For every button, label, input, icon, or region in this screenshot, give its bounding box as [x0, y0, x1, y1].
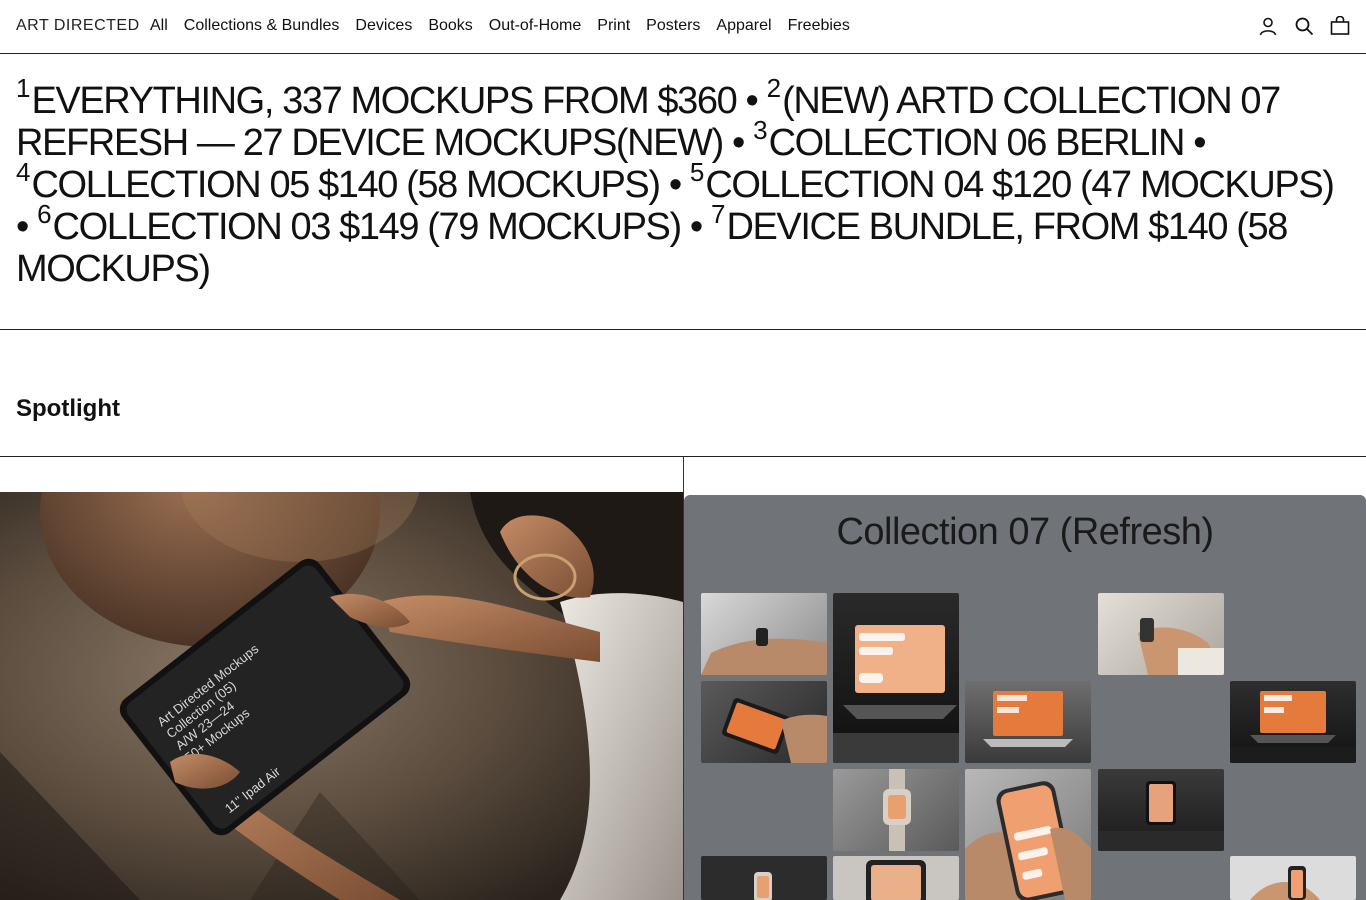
ticker-separator: • — [1193, 122, 1206, 164]
account-icon[interactable] — [1258, 16, 1278, 36]
ticker-label: EVERYTHING, 337 MOCKUPS FROM $360 — [31, 80, 737, 122]
main-nav: All Collections & Bundles Devices Books … — [150, 17, 850, 35]
mockup-thumb-phone-dark — [701, 856, 827, 900]
nav-freebies[interactable]: Freebies — [788, 17, 850, 35]
ticker-separator: • — [732, 122, 745, 164]
ticker-item-collection-04[interactable]: 5COLLECTION 04 $120 (47 MOCKUPS) — [690, 159, 1335, 206]
ticker-item-everything[interactable]: 1EVERYTHING, 337 MOCKUPS FROM $360 — [16, 75, 738, 122]
ticker-label: COLLECTION 04 $120 (47 MOCKUPS) — [705, 164, 1335, 206]
ticker-item-collection-06[interactable]: 3COLLECTION 06 BERLIN — [753, 117, 1186, 164]
ticker-num: 2 — [766, 73, 782, 104]
header-actions — [1258, 16, 1350, 36]
nav-collections-bundles[interactable]: Collections & Bundles — [184, 17, 340, 35]
cart-icon[interactable] — [1330, 16, 1350, 36]
ticker-num: 1 — [16, 73, 31, 104]
ticker-item-collection-03[interactable]: 6COLLECTION 03 $149 (79 MOCKUPS) — [37, 201, 683, 248]
site-logo[interactable]: ART DIRECTED — [16, 17, 140, 35]
ticker-separator: • — [668, 164, 682, 206]
nav-apparel[interactable]: Apparel — [716, 17, 771, 35]
spotlight-section: Spotlight — [0, 330, 1366, 457]
mockup-thumb-phone-light — [1230, 856, 1356, 900]
ticker-num: 3 — [753, 115, 768, 146]
ticker-item-collection-05[interactable]: 4COLLECTION 05 $140 (58 MOCKUPS) — [16, 159, 661, 206]
ticker-num: 6 — [37, 199, 52, 230]
ticker-text: 1EVERYTHING, 337 MOCKUPS FROM $360 • 2(N… — [16, 75, 1350, 290]
ticker-num: 7 — [710, 199, 726, 230]
mockup-thumb-phone-hand — [965, 769, 1091, 900]
ticker-label: COLLECTION 06 BERLIN — [768, 122, 1186, 164]
ticker-num: 5 — [689, 157, 705, 188]
mockup-thumb-tablet-hand — [701, 681, 827, 763]
mockup-thumb-tablet-light — [833, 856, 959, 900]
ticker-label: COLLECTION 05 $140 (58 MOCKUPS) — [31, 164, 661, 206]
ticker-label: COLLECTION 03 $149 (79 MOCKUPS) — [52, 206, 683, 248]
nav-print[interactable]: Print — [597, 17, 630, 35]
search-icon[interactable] — [1294, 16, 1314, 36]
mockup-thumb-phone-table — [1098, 593, 1224, 675]
mockup-thumb-laptop-orange — [833, 593, 959, 763]
site-header: ART DIRECTED All Collections & Bundles D… — [0, 0, 1366, 54]
collection-07-title: Collection 07 (Refresh) — [836, 511, 1214, 553]
ticker-num: 4 — [16, 157, 31, 188]
product-image-tablet: Art Directed Mockups Collection (05) A/W… — [0, 492, 683, 900]
ticker-separator: • — [689, 206, 703, 248]
nav-all[interactable]: All — [150, 17, 168, 35]
mockup-thumb-tablet-stand — [1098, 769, 1224, 851]
mockup-thumb-watch-wrist — [701, 593, 827, 675]
product-card-collection-07[interactable]: Collection 07 (Refresh) — [684, 495, 1366, 900]
nav-books[interactable]: Books — [428, 17, 472, 35]
spotlight-title: Spotlight — [16, 395, 120, 422]
ticker-separator: • — [16, 206, 29, 248]
product-card-collection-05[interactable]: Art Directed Mockups Collection (05) A/W… — [0, 492, 683, 900]
spotlight-grid: Art Directed Mockups Collection (05) A/W… — [0, 457, 1366, 900]
nav-out-of-home[interactable]: Out-of-Home — [489, 17, 581, 35]
nav-posters[interactable]: Posters — [646, 17, 700, 35]
mockup-thumb-laptop-desk — [965, 681, 1091, 763]
mockup-thumb-laptop-dark — [1230, 681, 1356, 763]
announcement-ticker: 1EVERYTHING, 337 MOCKUPS FROM $360 • 2(N… — [0, 54, 1366, 330]
nav-devices[interactable]: Devices — [355, 17, 412, 35]
mockup-thumb-watch-strap — [833, 769, 959, 851]
